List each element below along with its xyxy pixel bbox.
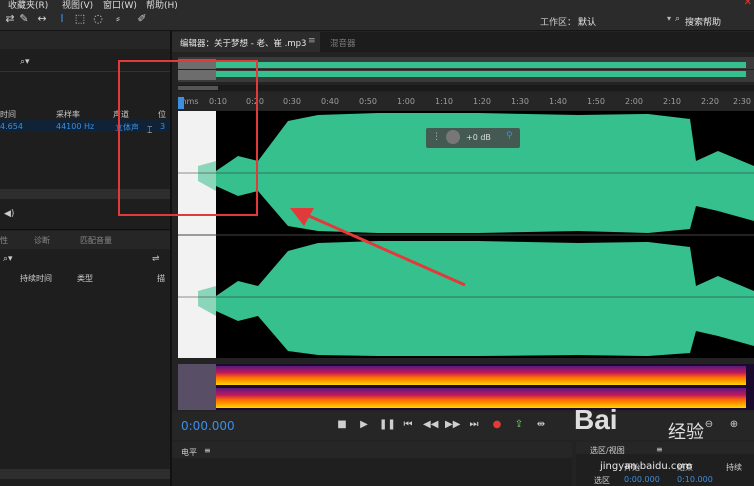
overview-navigator[interactable] bbox=[178, 57, 754, 82]
speaker-icon[interactable]: ◀) bbox=[4, 209, 14, 219]
search-icon[interactable]: ⌕ bbox=[675, 14, 680, 24]
tick-label: 1:30 bbox=[511, 97, 529, 106]
close-icon[interactable]: ✕ bbox=[744, 0, 752, 8]
tick-label: 0:30 bbox=[283, 97, 301, 106]
gain-hud[interactable]: ⋮ +0 dB ⚲ bbox=[426, 128, 520, 148]
search-icon[interactable]: ⌕▾ bbox=[3, 254, 13, 264]
loop-icon[interactable]: ⇪ bbox=[512, 419, 526, 430]
annotation-highlight-box bbox=[118, 60, 258, 216]
lasso-tool-icon[interactable]: ◌ bbox=[92, 13, 104, 25]
brush-tool-icon[interactable]: ⸗ bbox=[112, 13, 124, 25]
markers-scrollbar[interactable] bbox=[0, 469, 170, 479]
gain-knob[interactable] bbox=[446, 130, 460, 144]
move-tool-icon[interactable]: ⇄ bbox=[4, 13, 16, 25]
files-panel-header bbox=[0, 31, 170, 49]
col-marker-duration[interactable]: 持续时间 bbox=[20, 273, 52, 284]
menu-bar: 收藏夹(R) 视图(V) 窗口(W) 帮助(H) ✕ bbox=[0, 0, 754, 10]
timeline-ruler[interactable]: hms 0:10 0:20 0:30 0:40 0:50 1:00 1:10 1… bbox=[178, 93, 754, 110]
help-search-input[interactable]: 搜索帮助 bbox=[685, 15, 721, 28]
zoom-out-icon[interactable]: ⊖ bbox=[702, 419, 716, 430]
filter-icon[interactable]: ⇌ bbox=[152, 254, 160, 264]
skip-to-start-icon[interactable]: ⏮ bbox=[401, 419, 415, 430]
chevron-down-icon[interactable]: ▾ bbox=[667, 14, 671, 23]
marquee-tool-icon[interactable]: ⬚ bbox=[74, 13, 86, 25]
rewind-icon[interactable]: ◀◀ bbox=[423, 419, 438, 430]
tab-match-loudness[interactable]: 匹配音量 bbox=[80, 235, 112, 246]
slip-tool-icon[interactable]: ↔ bbox=[36, 13, 48, 25]
tab-properties[interactable]: 性 bbox=[0, 235, 8, 246]
menu-icon[interactable]: ≡ bbox=[656, 445, 663, 454]
selection-panel-title: 选区/视图 bbox=[590, 446, 625, 455]
overview-waveform bbox=[178, 57, 754, 82]
editor-tabbar: 编辑器：关于梦想 - 老、崔 .mp3 ≡ 混音器 bbox=[172, 32, 754, 52]
tab-diagnostics[interactable]: 诊断 bbox=[34, 235, 50, 246]
tick-label: 1:40 bbox=[549, 97, 567, 106]
spot-healing-tool-icon[interactable]: ✐ bbox=[136, 13, 148, 25]
spectral-display[interactable] bbox=[178, 364, 754, 410]
level-panel-title: 电平 bbox=[181, 448, 197, 457]
tick-label: 0:40 bbox=[321, 97, 339, 106]
file-sample-rate: 44100 Hz bbox=[56, 122, 95, 131]
tab-editor[interactable]: 编辑器：关于梦想 - 老、崔 .mp3 ≡ bbox=[172, 32, 320, 52]
zoom-scrollbar[interactable] bbox=[178, 85, 754, 91]
record-icon[interactable]: ● bbox=[490, 419, 504, 430]
watermark-url: jingyan.baidu.com bbox=[600, 461, 693, 472]
pin-icon[interactable]: ⚲ bbox=[506, 131, 513, 141]
watermark-logo: Bai bbox=[574, 404, 618, 435]
tick-label: 2:20 bbox=[701, 97, 719, 106]
col-marker-desc[interactable]: 描 bbox=[157, 273, 165, 284]
zoom-in-icon[interactable]: ⊕ bbox=[727, 419, 741, 430]
menu-view[interactable]: 视图(V) bbox=[62, 0, 93, 10]
workspace-select[interactable]: 默认 bbox=[578, 15, 596, 28]
tab-editor-label: 编辑器：关于梦想 - 老、崔 .mp3 bbox=[180, 39, 307, 49]
tick-label: 1:00 bbox=[397, 97, 415, 106]
skip-selection-icon[interactable]: ⇹ bbox=[534, 419, 548, 430]
menu-window[interactable]: 窗口(W) bbox=[103, 0, 137, 10]
tick-label: 1:20 bbox=[473, 97, 491, 106]
tick-label: 1:10 bbox=[435, 97, 453, 106]
file-duration: 4.654 bbox=[0, 122, 23, 131]
transport-bar: 0:00.000 ■ ▶ ❚❚ ⏮ ◀◀ ▶▶ ⏭ ● ⇪ ⇹ ⊖ ⊕ bbox=[172, 412, 754, 440]
toolbar: ⇄ ✎ ↔ I ⬚ ◌ ⸗ ✐ 工作区： 默认 ▾ ⌕ 搜索帮助 bbox=[0, 10, 754, 31]
markers-panel-header: 性 诊断 匹配音量 bbox=[0, 231, 170, 249]
col-duration: 持续 bbox=[726, 463, 742, 472]
tick-label: 1:50 bbox=[587, 97, 605, 106]
tick-label: 2:30 bbox=[733, 97, 751, 106]
selection-start[interactable]: 0:00.000 bbox=[624, 475, 660, 484]
tab-mixer[interactable]: 混音器 bbox=[330, 37, 356, 49]
tick-label: 2:00 bbox=[625, 97, 643, 106]
watermark-text: 经验 bbox=[668, 422, 704, 443]
selection-row-label: 选区 bbox=[594, 476, 610, 485]
spectrogram bbox=[178, 364, 754, 410]
menu-icon[interactable]: ≡ bbox=[204, 446, 211, 455]
skip-to-end-icon[interactable]: ⏭ bbox=[467, 419, 481, 430]
grip-icon: ⋮ bbox=[432, 132, 441, 142]
col-marker-type[interactable]: 类型 bbox=[77, 273, 93, 284]
workspace-label: 工作区： bbox=[540, 18, 577, 28]
search-icon[interactable]: ⌕▾ bbox=[20, 57, 30, 67]
fast-forward-icon[interactable]: ▶▶ bbox=[445, 419, 460, 430]
annotation-arrow bbox=[290, 208, 466, 287]
selection-end[interactable]: 0:10.000 bbox=[677, 475, 713, 484]
tick-label: 0:50 bbox=[359, 97, 377, 106]
tick-label: 2:10 bbox=[663, 97, 681, 106]
razor-tool-icon[interactable]: ✎ bbox=[18, 13, 30, 25]
stop-icon[interactable]: ■ bbox=[335, 419, 349, 430]
gain-value: +0 dB bbox=[466, 133, 491, 142]
time-selection-tool-icon[interactable]: I bbox=[56, 13, 68, 25]
current-time-display[interactable]: 0:00.000 bbox=[181, 419, 235, 433]
menu-help[interactable]: 帮助(H) bbox=[146, 0, 178, 10]
menu-favorites[interactable]: 收藏夹(R) bbox=[8, 0, 48, 10]
menu-icon[interactable]: ≡ bbox=[308, 36, 316, 46]
pause-icon[interactable]: ❚❚ bbox=[379, 419, 396, 430]
play-icon[interactable]: ▶ bbox=[357, 419, 371, 430]
level-panel: 电平 ≡ bbox=[172, 442, 572, 486]
